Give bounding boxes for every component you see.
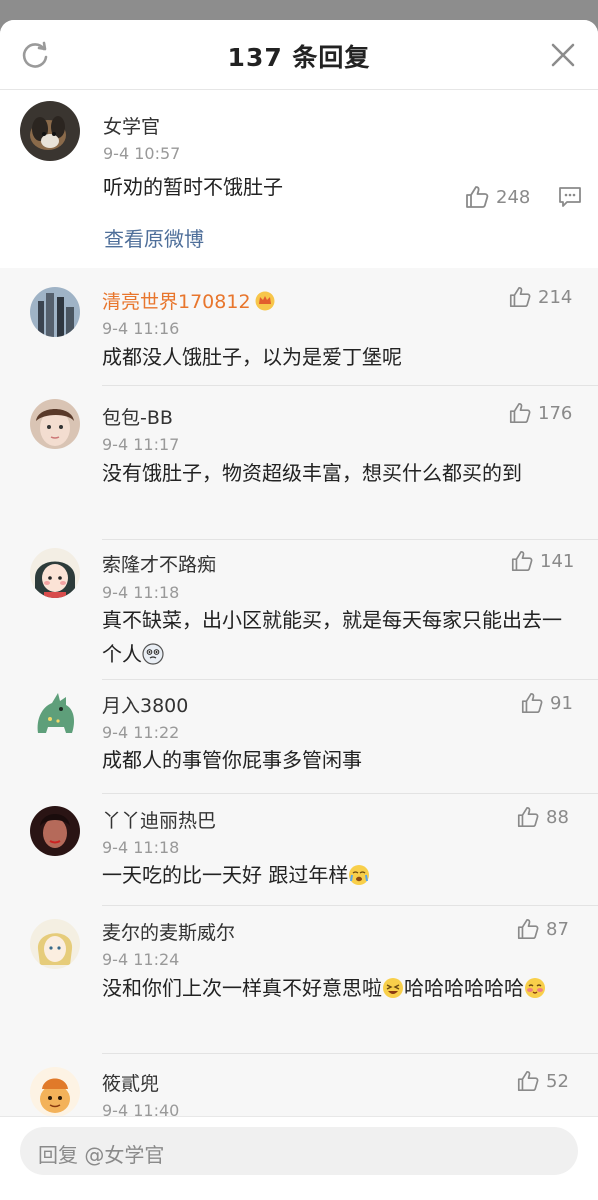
like-count: 91 bbox=[550, 692, 573, 714]
comment-time: 9-4 11:18 bbox=[102, 583, 180, 602]
laughing-face-emoji-icon bbox=[383, 978, 403, 998]
like-button[interactable]: 52 bbox=[516, 1068, 569, 1094]
comment-text-part: 没和你们上次一样真不好意思啦 bbox=[102, 976, 382, 1000]
comment-text-body: 真不缺菜，出小区就能买，就是每天每家只能出去一个人 bbox=[102, 608, 562, 666]
comment-time: 9-4 11:24 bbox=[102, 950, 180, 969]
reply-item: 索隆才不路痴 9-4 11:18 真不缺菜，出小区就能买，就是每天每家只能出去一… bbox=[0, 540, 598, 680]
teary-face-emoji-icon bbox=[349, 865, 370, 885]
avatar[interactable] bbox=[30, 399, 80, 449]
comment-text: 没和你们上次一样真不好意思啦 哈哈哈哈哈哈 bbox=[102, 971, 564, 1005]
avatar[interactable] bbox=[30, 689, 80, 739]
crown-badge-icon bbox=[255, 291, 275, 311]
avatar[interactable] bbox=[20, 101, 80, 161]
reply-item: 麦尔的麦斯威尔 9-4 11:24 没和你们上次一样真不好意思啦 哈哈哈哈哈哈 8… bbox=[0, 906, 598, 1054]
avatar[interactable] bbox=[30, 287, 80, 337]
commenter-name[interactable]: 筱貳兜 bbox=[102, 1069, 159, 1096]
commenter-name[interactable]: 丫丫迪丽热巴 bbox=[102, 806, 216, 833]
like-count: 87 bbox=[546, 918, 569, 940]
avatar[interactable] bbox=[30, 806, 80, 856]
like-count: 141 bbox=[540, 550, 575, 572]
root-comment: 女学官 9-4 10:57 听劝的暂时不饿肚子 查看原微博 248 bbox=[0, 90, 598, 268]
comment-time: 9-4 11:17 bbox=[102, 435, 180, 454]
like-button[interactable]: 88 bbox=[516, 804, 569, 830]
reply-item: 包包-BB 9-4 11:17 没有饿肚子，物资超级丰富，想买什么都买的到 17… bbox=[0, 386, 598, 540]
commenter-name[interactable]: 麦尔的麦斯威尔 bbox=[102, 918, 235, 945]
reply-body: 清亮世界170812 9-4 11:16 成都没人饿肚子，以为是爱丁堡呢 214 bbox=[102, 268, 598, 386]
thumbs-up-icon bbox=[517, 1070, 539, 1092]
avatar[interactable] bbox=[30, 548, 80, 598]
like-count: 88 bbox=[546, 806, 569, 828]
comment-icon[interactable] bbox=[558, 186, 582, 208]
comment-text-part: 哈哈哈哈哈哈 bbox=[404, 976, 524, 1000]
avatar[interactable] bbox=[30, 1067, 80, 1117]
comment-text: 成都没人饿肚子，以为是爱丁堡呢 bbox=[102, 345, 402, 369]
reply-body: 麦尔的麦斯威尔 9-4 11:24 没和你们上次一样真不好意思啦 哈哈哈哈哈哈 8… bbox=[102, 906, 598, 1054]
commenter-name[interactable]: 索隆才不路痴 bbox=[102, 550, 216, 577]
like-count: 52 bbox=[546, 1070, 569, 1092]
thumbs-up-icon bbox=[521, 692, 543, 714]
thumbs-up-icon bbox=[517, 918, 539, 940]
replies-sheet: 137 条回复 女学官 9-4 10:57 听劝的暂时不饿肚子 查看原微博 24… bbox=[0, 20, 598, 1200]
comment-text: 没有饿肚子，物资超级丰富，想买什么都买的到 bbox=[102, 461, 522, 485]
comment-text: 一天吃的比一天好 跟过年样 bbox=[102, 858, 564, 892]
sheet-header: 137 条回复 bbox=[0, 20, 598, 90]
like-count: 214 bbox=[538, 286, 573, 308]
reply-item: 丫丫迪丽热巴 9-4 11:18 一天吃的比一天好 跟过年样 88 bbox=[0, 794, 598, 906]
reply-body: 丫丫迪丽热巴 9-4 11:18 一天吃的比一天好 跟过年样 88 bbox=[102, 794, 598, 906]
thumbs-up-icon bbox=[509, 402, 531, 424]
reply-item: 月入3800 9-4 11:22 成都人的事管你屁事多管闲事 91 bbox=[0, 680, 598, 794]
comment-time: 9-4 11:16 bbox=[102, 319, 180, 338]
like-button[interactable]: 214 bbox=[508, 284, 572, 310]
commenter-name-text: 清亮世界170812 bbox=[102, 291, 251, 313]
like-count: 176 bbox=[538, 402, 573, 424]
comment-time: 9-4 11:22 bbox=[102, 723, 180, 742]
avatar[interactable] bbox=[30, 919, 80, 969]
thumbs-up-icon bbox=[509, 286, 531, 308]
thumbs-up-icon bbox=[517, 806, 539, 828]
reply-item: 清亮世界170812 9-4 11:16 成都没人饿肚子，以为是爱丁堡呢 214 bbox=[0, 268, 598, 386]
comment-text: 成都人的事管你屁事多管闲事 bbox=[102, 748, 362, 772]
commenter-name[interactable]: 女学官 bbox=[103, 112, 160, 139]
reply-composer: 回复 @女学官 bbox=[0, 1116, 598, 1200]
like-button[interactable]: 141 bbox=[510, 548, 574, 574]
thumbs-up-icon bbox=[511, 550, 533, 572]
like-button[interactable]: 91 bbox=[520, 690, 573, 716]
comment-time: 9-4 10:57 bbox=[103, 144, 181, 163]
commenter-name[interactable]: 月入3800 bbox=[102, 691, 188, 718]
like-count: 248 bbox=[496, 186, 531, 208]
reply-input[interactable]: 回复 @女学官 bbox=[20, 1127, 578, 1175]
like-button[interactable]: 87 bbox=[516, 916, 569, 942]
emoji-icon bbox=[142, 643, 164, 665]
reply-body: 包包-BB 9-4 11:17 没有饿肚子，物资超级丰富，想买什么都买的到 17… bbox=[102, 386, 598, 540]
commenter-name[interactable]: 清亮世界170812 bbox=[102, 287, 276, 314]
reply-count-title: 137 条回复 bbox=[227, 43, 371, 72]
thumbs-up-icon bbox=[466, 186, 489, 208]
close-icon[interactable] bbox=[550, 42, 576, 68]
commenter-name[interactable]: 包包-BB bbox=[102, 403, 173, 430]
comment-text: 真不缺菜，出小区就能买，就是每天每家只能出去一个人 bbox=[102, 603, 564, 671]
blushing-face-emoji-icon bbox=[525, 978, 545, 998]
like-button[interactable]: 176 bbox=[508, 400, 572, 426]
reply-body: 月入3800 9-4 11:22 成都人的事管你屁事多管闲事 91 bbox=[102, 680, 598, 794]
like-button[interactable]: 248 bbox=[464, 184, 530, 210]
comment-time: 9-4 11:18 bbox=[102, 838, 180, 857]
comment-text-body: 一天吃的比一天好 跟过年样 bbox=[102, 863, 349, 887]
reply-body: 索隆才不路痴 9-4 11:18 真不缺菜，出小区就能买，就是每天每家只能出去一… bbox=[102, 540, 598, 680]
view-original-link[interactable]: 查看原微博 bbox=[104, 223, 204, 252]
